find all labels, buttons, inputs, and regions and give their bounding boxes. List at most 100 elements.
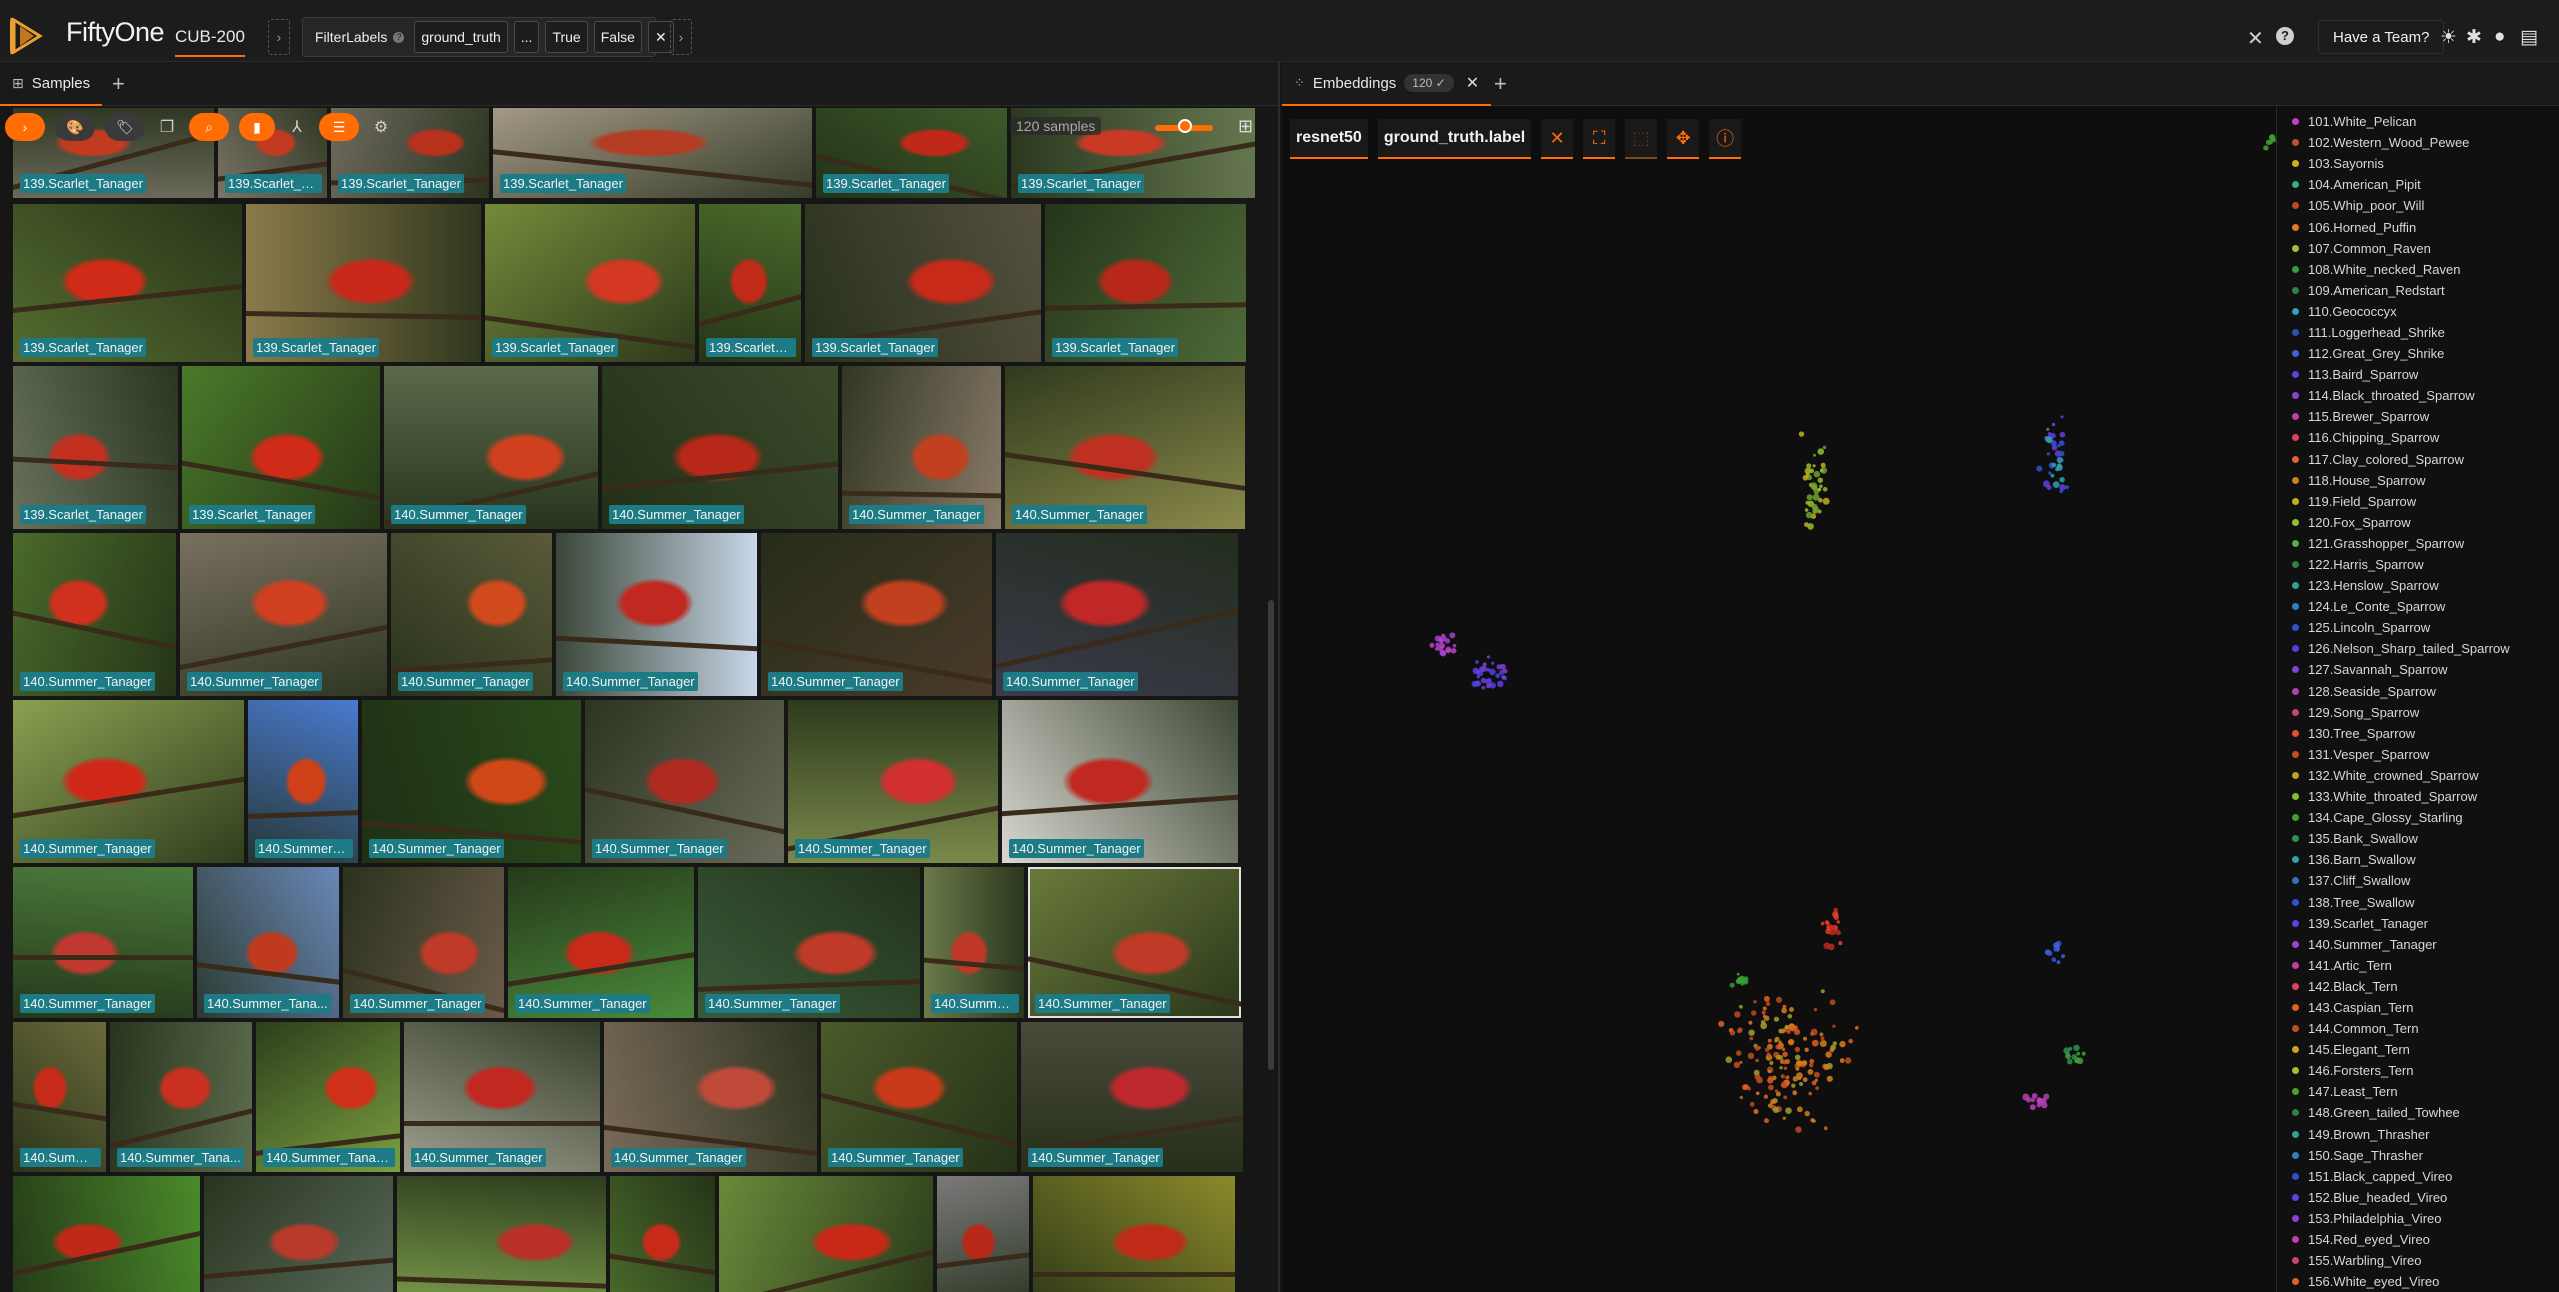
embedding-point[interactable] [1772,1106,1779,1113]
legend-item[interactable]: 151.Black_capped_Vireo [2277,1166,2559,1187]
embedding-point[interactable] [1819,1040,1827,1047]
embedding-point[interactable] [2041,1097,2047,1104]
embedding-point[interactable] [1450,648,1457,654]
sample-tile[interactable]: 140.Summer_... [924,867,1024,1018]
sample-tile[interactable]: 140.Summer_Tanager [556,533,757,696]
embedding-point[interactable] [1501,675,1506,680]
embedding-point[interactable] [1822,497,1830,505]
sample-tile[interactable]: 139.Scarlet_Tanager [1045,204,1246,362]
add-panel-button[interactable]: + [112,71,125,97]
embedding-point[interactable] [1753,1069,1760,1076]
embedding-point[interactable] [1809,468,1815,474]
sample-tile[interactable]: 140.Summer_Tanager [698,867,920,1018]
legend-item[interactable]: 125.Lincoln_Sparrow [2277,617,2559,638]
embedding-point[interactable] [1845,1057,1852,1064]
embedding-point[interactable] [1485,678,1492,685]
embedding-point[interactable] [2059,477,2065,483]
embedding-point[interactable] [1825,921,1830,925]
legend-item[interactable]: 105.Whip_poor_Will [2277,195,2559,216]
legend-item[interactable]: 140.Summer_Tanager [2277,934,2559,955]
sample-tile[interactable]: 140.Summer_Tanager [384,366,598,529]
embedding-point[interactable] [1763,1094,1769,1099]
embedding-point[interactable] [1829,1047,1835,1053]
sample-tile[interactable]: 140.Summer_Tana... [110,1022,252,1172]
embedding-point[interactable] [2047,432,2052,436]
embedding-point[interactable] [1813,1008,1818,1012]
embedding-point[interactable] [2064,485,2070,490]
legend-item[interactable]: 153.Philadelphia_Vireo [2277,1208,2559,1229]
embedding-point[interactable] [1491,661,1495,665]
view-bar-expand-right[interactable]: › [670,19,692,55]
embedding-point[interactable] [1735,1050,1742,1056]
theme-toggle-icon[interactable]: ☀ [2440,26,2457,49]
embedding-point[interactable] [1825,1051,1832,1058]
embedding-point[interactable] [1804,522,1809,527]
slack-icon[interactable]: ✱ [2466,26,2482,49]
sample-tile[interactable]: 139.Scarlet_Tanager [485,204,695,362]
embedding-point[interactable] [1496,664,1502,670]
github-icon[interactable]: ● [2494,26,2505,48]
embedding-point[interactable] [2051,445,2058,451]
embedding-point[interactable] [2048,951,2053,956]
embedding-point[interactable] [1810,1118,1815,1123]
embedding-point[interactable] [1753,1109,1759,1114]
legend-item[interactable]: 144.Common_Tern [2277,1018,2559,1039]
help-icon[interactable]: ? [2276,27,2294,45]
embedding-point[interactable] [1804,1110,1810,1117]
embedding-point[interactable] [2265,139,2272,145]
embedding-point[interactable] [1780,1074,1785,1079]
embedding-point[interactable] [1813,453,1816,457]
embedding-point[interactable] [1799,1082,1803,1086]
view-bar[interactable]: FilterLabels ? ground_truth ... True Fal… [302,17,674,57]
help-icon[interactable]: ? [393,31,405,43]
embedding-point[interactable] [1811,1039,1819,1047]
copy-icon[interactable]: ❐ [155,115,179,139]
embedding-point[interactable] [1739,1095,1743,1100]
sample-tile[interactable]: 140.Summer_Tanager [362,700,581,863]
embedding-point[interactable] [1776,996,1782,1003]
embedding-point[interactable] [1733,1061,1741,1069]
embedding-point[interactable] [2046,485,2052,490]
embedding-point[interactable] [1815,1086,1819,1091]
embedding-point[interactable] [1826,1075,1833,1082]
embedding-point[interactable] [2067,1058,2073,1065]
embedding-point[interactable] [1749,1102,1755,1107]
embedding-point[interactable] [1805,511,1813,519]
embedding-point[interactable] [2059,484,2066,491]
embedding-point[interactable] [1718,1020,1725,1027]
embedding-point[interactable] [2059,489,2064,494]
embedding-point[interactable] [2057,444,2061,448]
embedding-point[interactable] [1476,669,1481,674]
sample-tile[interactable] [397,1176,606,1292]
stage-field-param[interactable]: ground_truth [414,21,508,53]
sample-tile[interactable]: 139.Scarlet_Tanager [13,366,178,529]
embedding-point[interactable] [1832,911,1839,918]
legend-item[interactable]: 121.Grasshopper_Sparrow [2277,533,2559,554]
sample-tile[interactable] [610,1176,715,1292]
embedding-point[interactable] [1820,1036,1825,1041]
embedding-point[interactable] [1755,1091,1760,1096]
embedding-point[interactable] [1755,1058,1759,1063]
embedding-point[interactable] [1785,1107,1792,1114]
embedding-point[interactable] [1801,1060,1808,1066]
embedding-point[interactable] [1792,1076,1799,1082]
sample-tile[interactable]: 140.Summer_... [248,700,358,863]
embedding-point[interactable] [1783,1095,1788,1100]
legend-item[interactable]: 101.White_Pelican [2277,111,2559,132]
legend-item[interactable]: 130.Tree_Sparrow [2277,723,2559,744]
embedding-point[interactable] [1787,1014,1793,1019]
embedding-point[interactable] [1774,1036,1780,1042]
sample-tile[interactable]: 139.Scarlet_Tanager [805,204,1041,362]
embedding-point[interactable] [2081,1051,2086,1056]
embedding-point[interactable] [1812,464,1816,468]
legend-item[interactable]: 142.Black_Tern [2277,976,2559,997]
embedding-point[interactable] [1770,1099,1776,1105]
embedding-point[interactable] [1739,1004,1743,1009]
legend-item[interactable]: 143.Caspian_Tern [2277,997,2559,1018]
embedding-point[interactable] [1502,668,1508,674]
embedding-point[interactable] [1439,649,1447,657]
embedding-point[interactable] [2046,427,2050,431]
sample-tile[interactable] [204,1176,393,1292]
save-view-button[interactable]: ▮ [239,113,275,141]
embedding-point[interactable] [2073,1044,2080,1051]
